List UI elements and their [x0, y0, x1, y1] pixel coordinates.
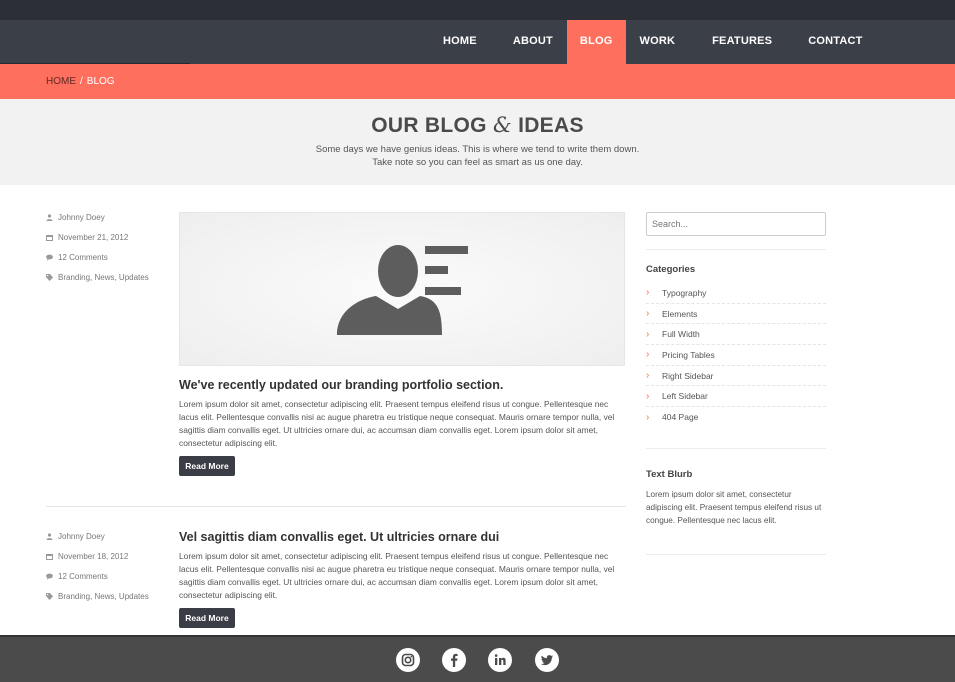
breadcrumb-current: BLOG	[86, 76, 115, 87]
breadcrumb-home[interactable]: HOME	[46, 76, 76, 87]
post-meta: Johnny Doey November 21, 2012 12 Comment…	[46, 207, 149, 287]
calendar-icon	[46, 553, 53, 560]
category-label: Pricing Tables	[662, 349, 715, 360]
sidebar-divider	[646, 554, 826, 555]
title-ampersand: &	[492, 113, 512, 137]
top-strip	[0, 0, 955, 20]
search-input[interactable]	[646, 212, 826, 236]
text-blurb: Lorem ipsum dolor sit amet, consectetur …	[646, 490, 822, 525]
chevron-right-icon: ›	[646, 411, 650, 423]
meta-comments-link[interactable]: 12 Comments	[58, 253, 108, 262]
breadcrumb-separator: /	[80, 76, 83, 87]
nav-contact[interactable]: CONTACT	[790, 20, 875, 64]
sidebar-divider	[646, 249, 826, 250]
category-item[interactable]: › 404 Page	[646, 407, 826, 428]
meta-date-text: November 18, 2012	[58, 551, 129, 561]
user-icon	[46, 213, 53, 221]
meta-date-text: November 21, 2012	[58, 232, 129, 242]
tag-icon	[46, 273, 53, 281]
category-item[interactable]: › Elements	[646, 304, 826, 325]
sidebar-divider	[646, 448, 826, 449]
breadcrumb-bar: HOME / BLOG	[0, 64, 955, 99]
title-part-1: OUR BLOG	[371, 114, 487, 137]
nav-blog[interactable]: BLOG	[566, 20, 626, 64]
read-more-button[interactable]: Read More	[179, 456, 235, 476]
instagram-icon[interactable]	[396, 648, 420, 672]
page-subtitle: Some days we have genius ideas. This is …	[0, 143, 955, 169]
meta-comments-link[interactable]: 12 Comments	[58, 572, 108, 581]
nav-about[interactable]: ABOUT	[490, 20, 567, 64]
post-featured-image[interactable]	[179, 212, 625, 366]
meta-author: Johnny Doey	[46, 526, 149, 546]
meta-tags-links[interactable]: Branding, News, Updates	[58, 273, 149, 282]
post-excerpt: Lorem ipsum dolor sit amet, consectetur …	[179, 399, 615, 448]
comment-icon	[46, 573, 53, 580]
text-blurb-heading: Text Blurb	[646, 469, 693, 480]
category-label: Left Sidebar	[662, 391, 708, 402]
twitter-icon[interactable]	[535, 648, 559, 672]
calendar-icon	[46, 234, 53, 241]
meta-author-link[interactable]: Johnny Doey	[58, 213, 105, 222]
category-label: Elements	[662, 308, 698, 319]
comment-icon	[46, 254, 53, 261]
category-item[interactable]: › Left Sidebar	[646, 386, 826, 408]
chevron-right-icon: ›	[646, 287, 650, 299]
profile-placeholder-icon	[337, 245, 468, 335]
facebook-icon[interactable]	[442, 648, 466, 672]
meta-date: November 21, 2012	[46, 227, 149, 247]
title-part-2: IDEAS	[518, 114, 584, 137]
chevron-right-icon: ›	[646, 328, 650, 340]
meta-date: November 18, 2012	[46, 546, 149, 566]
post-divider	[46, 506, 626, 507]
category-item[interactable]: › Typography	[646, 283, 826, 304]
read-more-button[interactable]: Read More	[179, 608, 235, 628]
post-meta: Johnny Doey November 18, 2012 12 Comment…	[46, 526, 149, 606]
linkedin-icon[interactable]	[488, 648, 512, 672]
nav-home[interactable]: HOME	[430, 20, 490, 64]
page-title: OUR BLOG & IDEAS	[0, 113, 955, 138]
main-navbar: HOME ABOUT BLOG WORK FEATURES CONTACT	[0, 20, 955, 65]
chevron-right-icon: ›	[646, 390, 650, 402]
nav-features[interactable]: FEATURES	[689, 20, 790, 64]
meta-tags-links[interactable]: Branding, News, Updates	[58, 592, 149, 601]
post-excerpt: Lorem ipsum dolor sit amet, consectetur …	[179, 551, 615, 600]
post-title[interactable]: Vel sagittis diam convallis eget. Ut ult…	[179, 530, 499, 544]
chevron-right-icon: ›	[646, 370, 650, 382]
categories-list: › Typography › Elements › Full Width › Prici…	[646, 283, 826, 428]
main-nav: HOME ABOUT BLOG WORK FEATURES CONTACT	[430, 20, 876, 64]
category-item[interactable]: › Right Sidebar	[646, 366, 826, 387]
breadcrumb: HOME / BLOG	[46, 76, 115, 87]
category-label: Right Sidebar	[662, 370, 714, 381]
meta-author: Johnny Doey	[46, 207, 149, 227]
subtitle-line-1: Some days we have genius ideas. This is …	[315, 144, 640, 155]
nav-work[interactable]: WORK	[626, 20, 690, 64]
chevron-right-icon: ›	[646, 349, 650, 361]
meta-author-link[interactable]: Johnny Doey	[58, 532, 105, 541]
user-icon	[46, 532, 53, 540]
page-hero: OUR BLOG & IDEAS Some days we have geniu…	[0, 99, 955, 185]
post-title[interactable]: We've recently updated our branding port…	[179, 378, 503, 392]
meta-comments: 12 Comments	[46, 247, 149, 267]
meta-comments: 12 Comments	[46, 566, 149, 586]
category-label: Full Width	[662, 329, 700, 340]
category-label: 404 Page	[662, 412, 699, 423]
meta-tags: Branding, News, Updates	[46, 586, 149, 606]
meta-tags: Branding, News, Updates	[46, 267, 149, 287]
category-item[interactable]: › Pricing Tables	[646, 345, 826, 366]
footer	[0, 635, 955, 682]
category-label: Typography	[662, 287, 707, 298]
tag-icon	[46, 592, 53, 600]
category-item[interactable]: › Full Width	[646, 324, 826, 346]
categories-heading: Categories	[646, 264, 696, 275]
chevron-right-icon: ›	[646, 308, 650, 320]
subtitle-line-2: Take note so you can feel as smart as us…	[372, 157, 583, 168]
